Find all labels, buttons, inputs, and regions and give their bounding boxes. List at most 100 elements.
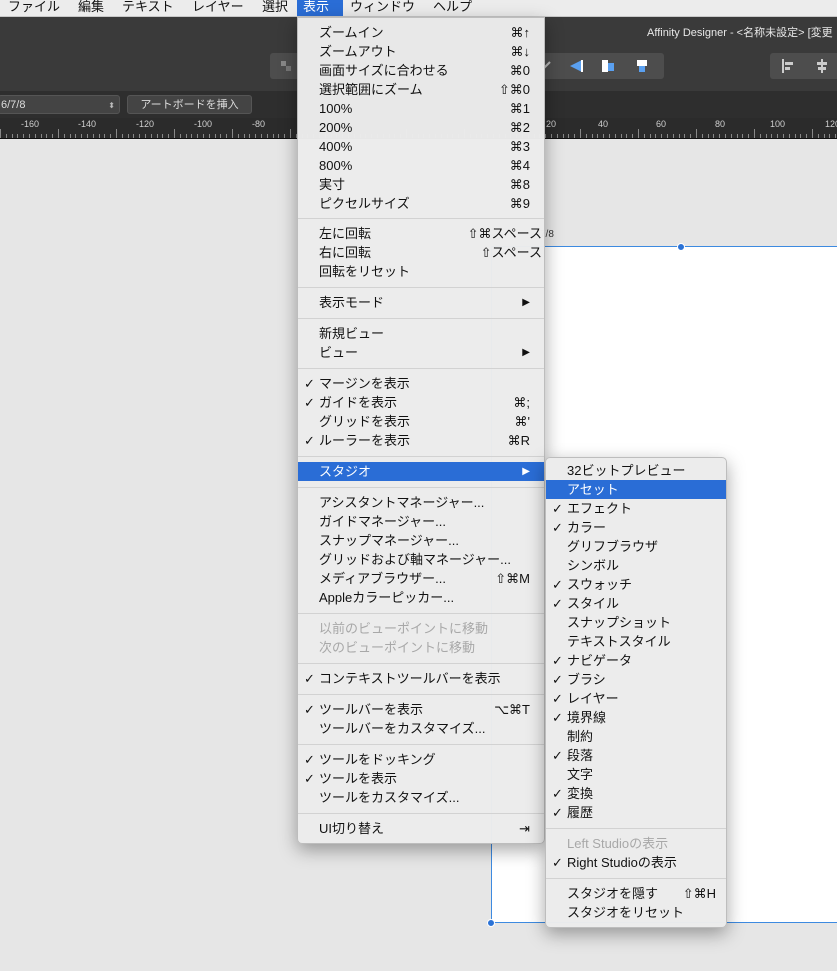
menu-separator	[298, 287, 544, 288]
menu-text[interactable]: テキスト	[116, 0, 180, 16]
menu-item-zoom-in[interactable]: ズームイン ⌘↑	[298, 23, 544, 42]
menu-item-assistant-manager[interactable]: アシスタントマネージャー...	[298, 493, 544, 512]
ruler-tick	[748, 134, 750, 138]
menu-item-apple-color-picker[interactable]: Appleカラーピッカー...	[298, 588, 544, 607]
ruler-tick	[249, 134, 251, 138]
menu-item-customize-toolbar[interactable]: ツールバーをカスタマイズ...	[298, 719, 544, 738]
menu-item-show-grid[interactable]: グリッドを表示 ⌘'	[298, 412, 544, 431]
ruler-tick	[614, 134, 616, 138]
submenu-item-symbols[interactable]: シンボル	[546, 556, 726, 575]
menu-item-customize-tools[interactable]: ツールをカスタマイズ...	[298, 788, 544, 807]
ruler-tick	[771, 134, 773, 138]
submenu-item-reset-studio[interactable]: スタジオをリセット	[546, 903, 726, 922]
insert-artboard-button[interactable]: アートボードを挿入	[127, 95, 252, 114]
menu-help[interactable]: ヘルプ	[427, 0, 478, 16]
menu-window[interactable]: ウィンドウ	[344, 0, 421, 16]
menu-item-grid-axis-manager[interactable]: グリッドおよび軸マネージャー...	[298, 550, 544, 569]
selection-handle-bottom-left[interactable]	[487, 919, 495, 927]
menu-item-guide-manager[interactable]: ガイドマネージャー...	[298, 512, 544, 531]
menu-item-rotate-right[interactable]: 右に回転 ⇧スペース	[298, 243, 544, 262]
checkmark-icon: ✓	[304, 752, 315, 767]
menu-item-zoom-selection[interactable]: 選択範囲にズーム ⇧⌘0	[298, 80, 544, 99]
submenu-item-navigator[interactable]: ✓ ナビゲータ	[546, 651, 726, 670]
ruler-tick	[34, 134, 36, 138]
submenu-item-paragraph[interactable]: ✓ 段落	[546, 746, 726, 765]
menu-item-new-view[interactable]: 新規ビュー	[298, 324, 544, 343]
ruler-tick	[556, 134, 558, 138]
submenu-item-brushes[interactable]: ✓ ブラシ	[546, 670, 726, 689]
menu-item-rotate-left[interactable]: 左に回転 ⇧⌘スペース	[298, 224, 544, 243]
ruler-tick	[812, 129, 813, 138]
submenu-item-layers[interactable]: ✓ レイヤー	[546, 689, 726, 708]
submenu-item-transform[interactable]: ✓ 変換	[546, 784, 726, 803]
submenu-item-constraints[interactable]: 制約	[546, 727, 726, 746]
menu-item-zoom-400[interactable]: 400% ⌘3	[298, 137, 544, 156]
submenu-item-hide-studio[interactable]: スタジオを隠す ⇧⌘H	[546, 884, 726, 903]
menu-item-media-browser[interactable]: メディアブラウザー... ⇧⌘M	[298, 569, 544, 588]
menu-item-zoom-out[interactable]: ズームアウト ⌘↓	[298, 42, 544, 61]
menu-item-ui-toggle[interactable]: UI切り替え ⇥	[298, 819, 544, 838]
ruler-tick	[284, 134, 286, 138]
ruler-tick	[713, 134, 715, 138]
menu-item-actual-size[interactable]: 実寸 ⌘8	[298, 175, 544, 194]
menu-item-show-context-toolbar[interactable]: ✓ コンテキストツールバーを表示	[298, 669, 544, 688]
menu-item-view[interactable]: ビュー ▶	[298, 343, 544, 362]
submenu-item-snapshots[interactable]: スナップショット	[546, 613, 726, 632]
submenu-item-32bit-preview[interactable]: 32ビットプレビュー	[546, 461, 726, 480]
menu-item-show-toolbar[interactable]: ✓ ツールバーを表示 ⌥⌘T	[298, 700, 544, 719]
menu-edit[interactable]: 編集	[72, 0, 110, 16]
artboard-preset-select[interactable]: 6/7/8 ⬍	[0, 95, 120, 114]
menu-item-zoom-100[interactable]: 100% ⌘1	[298, 99, 544, 118]
submenu-item-right-studio[interactable]: ✓ Right Studioの表示	[546, 853, 726, 872]
ruler-label: 100	[770, 119, 786, 129]
submenu-item-color[interactable]: ✓ カラー	[546, 518, 726, 537]
toolbar-group-align	[770, 53, 837, 79]
selection-handle-top[interactable]	[677, 243, 685, 251]
ruler-tick	[568, 134, 570, 138]
align-left-icon[interactable]	[780, 58, 796, 74]
menu-item-show-tools[interactable]: ✓ ツールを表示	[298, 769, 544, 788]
menu-layer[interactable]: レイヤー	[186, 0, 250, 16]
ruler-tick	[23, 134, 25, 138]
menu-item-snap-manager[interactable]: スナップマネージャー...	[298, 531, 544, 550]
menu-separator	[298, 456, 544, 457]
submenu-item-assets[interactable]: アセット	[546, 480, 726, 499]
ruler-tick	[58, 129, 59, 138]
ruler-tick	[638, 129, 639, 138]
move-back-icon[interactable]	[600, 58, 616, 74]
submenu-item-text-styles[interactable]: テキストスタイル	[546, 632, 726, 651]
menu-select[interactable]: 選択	[256, 0, 294, 16]
menu-item-show-margins[interactable]: ✓ マージンを表示	[298, 374, 544, 393]
move-forward-icon[interactable]	[634, 58, 650, 74]
ruler-tick	[174, 129, 175, 138]
submenu-item-styles[interactable]: ✓ スタイル	[546, 594, 726, 613]
menu-item-zoom-800[interactable]: 800% ⌘4	[298, 156, 544, 175]
menu-item-view-mode[interactable]: 表示モード ▶	[298, 293, 544, 312]
submenu-item-character[interactable]: 文字	[546, 765, 726, 784]
ruler-tick	[278, 134, 280, 138]
submenu-item-swatches[interactable]: ✓ スウォッチ	[546, 575, 726, 594]
ruler-tick	[800, 134, 802, 138]
flip-horizontal-icon[interactable]	[568, 58, 584, 74]
menu-item-pixel-size[interactable]: ピクセルサイズ ⌘9	[298, 194, 544, 213]
menu-item-dock-tools[interactable]: ✓ ツールをドッキング	[298, 750, 544, 769]
align-center-icon[interactable]	[814, 58, 830, 74]
menu-item-reset-rotation[interactable]: 回転をリセット	[298, 262, 544, 281]
submenu-item-history[interactable]: ✓ 履歴	[546, 803, 726, 822]
menu-item-show-guides[interactable]: ✓ ガイドを表示 ⌘;	[298, 393, 544, 412]
ruler-tick	[730, 134, 732, 138]
submenu-item-stroke[interactable]: ✓ 境界線	[546, 708, 726, 727]
ruler-tick	[562, 134, 564, 138]
checkmark-icon: ✓	[552, 855, 563, 870]
menu-item-studio[interactable]: スタジオ ▶	[298, 462, 544, 481]
ruler-tick	[667, 134, 668, 138]
menu-view[interactable]: 表示	[297, 0, 343, 16]
menu-item-zoom-200[interactable]: 200% ⌘2	[298, 118, 544, 137]
menu-file[interactable]: ファイル	[2, 0, 66, 16]
ruler-tick	[817, 134, 819, 138]
menu-item-show-rulers[interactable]: ✓ ルーラーを表示 ⌘R	[298, 431, 544, 450]
submenu-item-glyph-browser[interactable]: グリフブラウザ	[546, 537, 726, 556]
menu-item-fit-screen[interactable]: 画面サイズに合わせる ⌘0	[298, 61, 544, 80]
pixel-grid-icon[interactable]	[278, 58, 294, 74]
submenu-item-effects[interactable]: ✓ エフェクト	[546, 499, 726, 518]
